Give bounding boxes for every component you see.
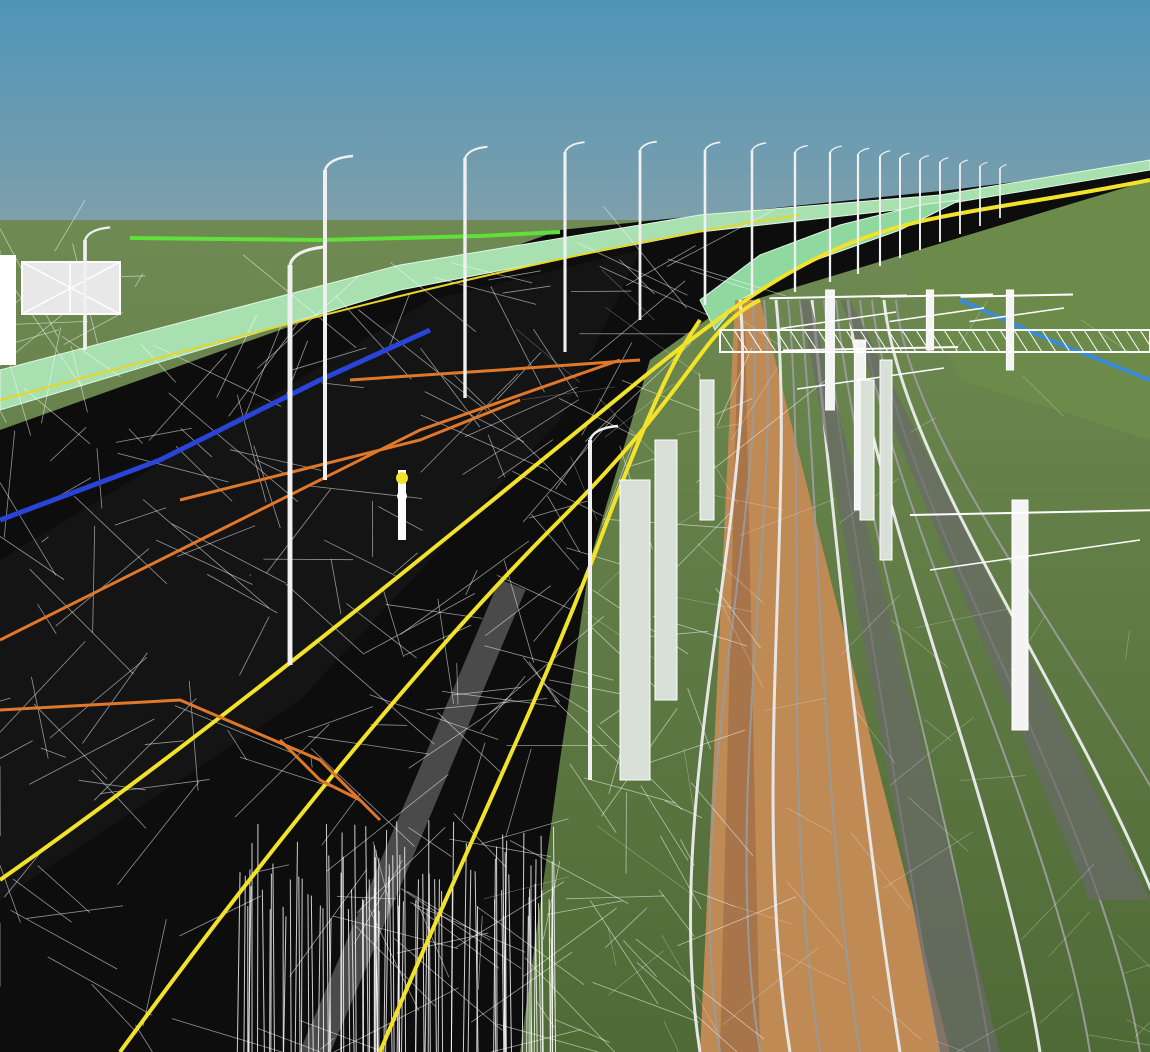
scene-canvas xyxy=(0,0,1150,1052)
viaduct-scene xyxy=(0,0,1150,1052)
barrier-wire xyxy=(270,873,272,1052)
barrier-wire xyxy=(269,909,271,1052)
wire-edge xyxy=(263,558,354,561)
